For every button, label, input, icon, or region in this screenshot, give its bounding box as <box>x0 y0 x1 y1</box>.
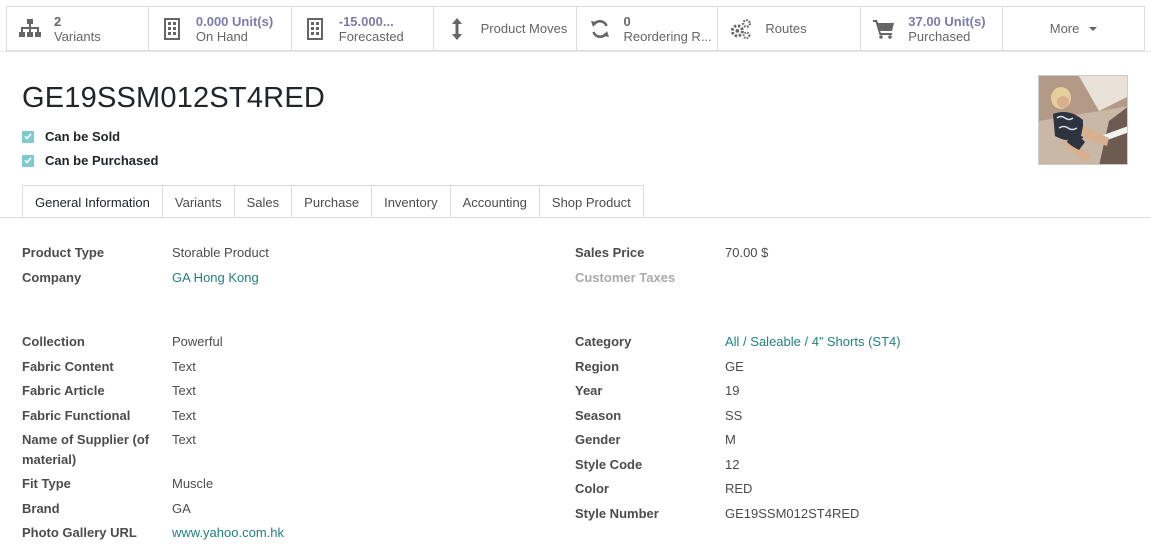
notebook-tabs: General Information Variants Sales Purch… <box>22 185 644 219</box>
header-divider <box>0 51 1151 52</box>
region-label: Region <box>575 359 620 374</box>
purchased-label: Purchased <box>908 28 971 44</box>
forecasted-value: -15.000... <box>338 13 394 29</box>
product-moves-button[interactable]: Product Moves <box>434 7 577 50</box>
company-label: Company <box>22 270 82 285</box>
tab-variants[interactable]: Variants <box>162 185 235 218</box>
sitemap-icon <box>19 18 41 40</box>
tab-inventory[interactable]: Inventory <box>372 185 451 218</box>
product-type-label: Product Type <box>22 245 105 260</box>
caret-down-icon <box>1089 26 1098 31</box>
variants-button[interactable]: 2 Variants <box>7 7 149 50</box>
purchased-button[interactable]: 37.00 Unit(s) Purchased <box>861 7 1004 50</box>
sales-price-value[interactable]: 70.00 $ <box>725 243 768 263</box>
style-code-value[interactable]: 12 <box>725 455 739 475</box>
more-button[interactable]: More <box>1003 7 1145 50</box>
fabric-functional-value[interactable]: Text <box>172 406 196 426</box>
gender-label: Gender <box>575 432 621 447</box>
on-hand-button[interactable]: 0.000 Unit(s) On Hand <box>149 7 292 50</box>
sales-price-label: Sales Price <box>575 245 645 260</box>
routes-button[interactable]: Routes <box>718 7 862 50</box>
building-icon <box>161 17 183 40</box>
fabric-functional-label: Fabric Functional <box>22 408 131 423</box>
company-link[interactable]: GA Hong Kong <box>172 268 259 288</box>
region-value[interactable]: GE <box>725 357 744 377</box>
building-icon <box>304 17 326 40</box>
product-image[interactable] <box>1038 75 1128 165</box>
tab-sales[interactable]: Sales <box>234 185 293 218</box>
fabric-article-value[interactable]: Text <box>172 381 196 401</box>
style-number-label: Style Number <box>575 506 659 521</box>
style-number-value[interactable]: GE19SSM012ST4RED <box>725 504 859 524</box>
on-hand-value: 0.000 Unit(s) <box>195 13 274 29</box>
color-label: Color <box>575 481 609 496</box>
tabs-divider <box>0 217 1151 218</box>
tab-general-information[interactable]: General Information <box>22 185 163 219</box>
collection-label: Collection <box>22 334 85 349</box>
reordering-count: 0 <box>623 13 631 29</box>
brand-value[interactable]: GA <box>172 499 191 519</box>
gender-value[interactable]: M <box>725 430 736 450</box>
cogs-icon <box>730 18 752 40</box>
product-name[interactable]: GE19SSM012ST4RED <box>22 82 325 115</box>
year-label: Year <box>575 383 603 398</box>
supplier-name-label: Name of Supplier (of <box>22 432 150 447</box>
variants-label: Variants <box>54 28 101 44</box>
fabric-content-value[interactable]: Text <box>172 357 196 377</box>
supplier-name-value[interactable]: Text <box>172 430 196 450</box>
on-hand-label: On Hand <box>195 28 248 44</box>
fit-type-label: Fit Type <box>22 476 71 491</box>
year-value[interactable]: 19 <box>725 381 739 401</box>
fabric-article-label: Fabric Article <box>22 383 105 398</box>
customer-taxes-label: Customer Taxes <box>575 270 676 285</box>
routes-label: Routes <box>765 21 807 36</box>
reordering-label: Reordering R... <box>623 28 712 44</box>
purchased-value: 37.00 Unit(s) <box>908 13 986 29</box>
fabric-content-label: Fabric Content <box>22 359 114 374</box>
can-be-sold-checkbox[interactable] <box>22 130 34 143</box>
can-be-purchased-row: Can be Purchased <box>22 153 158 168</box>
season-value[interactable]: SS <box>725 406 742 426</box>
can-be-purchased-checkbox[interactable] <box>22 154 34 167</box>
refresh-icon <box>589 18 611 40</box>
color-value[interactable]: RED <box>725 479 752 499</box>
product-moves-label: Product Moves <box>480 21 568 36</box>
more-label: More <box>1049 21 1080 36</box>
collection-value[interactable]: Powerful <box>172 332 223 352</box>
category-link[interactable]: All / Saleable / 4” Shorts (ST4) <box>725 332 901 352</box>
supplier-name-label-cont: material) <box>22 452 77 467</box>
variants-count: 2 <box>54 13 62 29</box>
can-be-sold-row: Can be Sold <box>22 129 120 144</box>
fit-type-value[interactable]: Muscle <box>172 474 213 494</box>
photo-gallery-link[interactable]: www.yahoo.com.hk <box>172 523 284 543</box>
product-type-value[interactable]: Storable Product <box>172 243 269 263</box>
category-label: Category <box>575 334 632 349</box>
forecasted-button[interactable]: -15.000... Forecasted <box>292 7 434 50</box>
arrows-vertical-icon <box>446 17 468 40</box>
tab-accounting[interactable]: Accounting <box>450 185 540 218</box>
cart-icon <box>873 18 895 40</box>
brand-label: Brand <box>22 501 60 516</box>
can-be-purchased-label: Can be Purchased <box>45 153 159 168</box>
forecasted-label: Forecasted <box>338 28 404 44</box>
tab-purchase[interactable]: Purchase <box>292 185 373 218</box>
can-be-sold-label: Can be Sold <box>45 129 121 144</box>
tab-shop-product[interactable]: Shop Product <box>539 185 644 218</box>
smart-buttons-bar: 2 Variants 0.000 Unit(s) On Hand -15.000..… <box>6 6 1145 51</box>
style-code-label: Style Code <box>575 457 643 472</box>
season-label: Season <box>575 408 622 423</box>
photo-gallery-label: Photo Gallery URL <box>22 525 137 540</box>
reordering-rules-button[interactable]: 0 Reordering R... <box>577 7 719 50</box>
